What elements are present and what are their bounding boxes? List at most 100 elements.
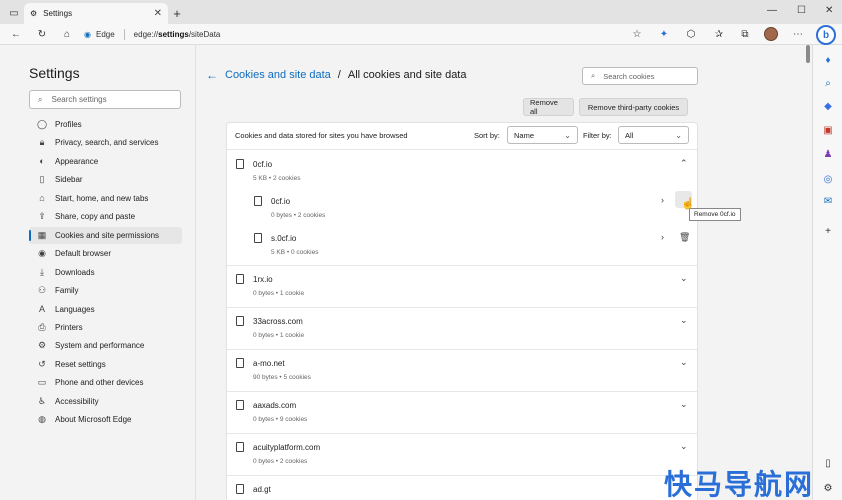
sidebar-item[interactable]: ▦ Cookies and site permissions (29, 226, 182, 244)
site-row[interactable]: 33across.com 0 bytes • 1 cookie ⌄ (227, 308, 697, 350)
search-settings-input[interactable]: ⌕ Search settings (29, 90, 181, 109)
chevron-right-icon[interactable]: › (661, 232, 664, 242)
sort-value: Name (514, 130, 535, 140)
add-app-icon[interactable]: + (821, 224, 835, 238)
sidebar-item[interactable]: ▯ Sidebar (29, 171, 182, 188)
site-row[interactable]: 0cf.io 5 KB • 2 cookies ⌃ 0cf.io 0 bytes • 2… (227, 151, 697, 266)
home-icon[interactable]: ⌂ (60, 27, 74, 41)
maximize-icon[interactable]: ☐ (797, 5, 806, 16)
sidebar-item-label: Accessibility (55, 396, 99, 406)
site-meta: 90 bytes • 5 cookies (253, 374, 311, 381)
collections-icon[interactable]: ⧉ (738, 27, 752, 41)
tab-title: Settings (43, 9, 73, 18)
sidebar-item-label: Sidebar (55, 175, 83, 185)
tab-actions-icon[interactable]: ▭ (7, 6, 21, 20)
sidebar-item[interactable]: ⌂ Start, home, and new tabs (29, 190, 182, 207)
document-icon (236, 274, 244, 284)
chevron-down-icon[interactable]: ⌄ (680, 399, 688, 410)
tools-icon[interactable]: ▣ (821, 123, 835, 137)
sidebar-item[interactable]: ◉ Default browser (29, 245, 182, 262)
minimize-icon[interactable]: — (767, 5, 777, 16)
sort-select[interactable]: Name ⌄ (507, 126, 578, 144)
sidebar-item-label: Profiles (55, 120, 82, 129)
system-icon: ⚙ (37, 340, 47, 351)
sidebar-settings-icon[interactable]: ⚙ (821, 481, 835, 495)
browser-icon: ◉ (38, 248, 46, 259)
site-row[interactable]: aaxads.com 0 bytes • 9 cookies ⌄ (227, 392, 697, 434)
chevron-down-icon[interactable]: ⌄ (680, 357, 688, 368)
site-row[interactable]: 1rx.io 0 bytes • 1 cookie ⌄ (227, 266, 697, 308)
sidebar-item[interactable]: ⎙ Printers (29, 319, 182, 336)
microsoft365-icon[interactable]: ◎ (821, 172, 835, 186)
chevron-up-icon[interactable]: ⌃ (680, 158, 688, 169)
edge-icon: ◍ (38, 414, 46, 425)
filter-label: Filter by: (583, 131, 612, 140)
search-cookies-input[interactable]: ⌕ Search cookies (582, 67, 698, 85)
outlook-icon[interactable]: ✉ (821, 194, 835, 208)
chevron-right-icon[interactable]: › (661, 195, 664, 205)
site-row[interactable]: a-mo.net 90 bytes • 5 cookies ⌄ (227, 350, 697, 392)
notification-icon[interactable]: ♦ (821, 53, 835, 67)
games-icon[interactable]: ♟ (821, 147, 835, 161)
close-tab-icon[interactable]: ✕ (154, 8, 162, 19)
back-icon[interactable]: ← (9, 27, 23, 41)
sidebar-item-label: System and performance (55, 341, 145, 351)
back-arrow-icon[interactable]: ← (206, 68, 218, 82)
site-meta: 0 bytes • 2 cookies (253, 458, 308, 465)
sidebar-item[interactable]: ◍ About Microsoft Edge (29, 411, 182, 428)
sidebar-icon: ▯ (39, 174, 45, 185)
site-name: aaxads.com (253, 401, 297, 410)
chevron-down-icon[interactable]: ⌄ (680, 315, 688, 326)
filter-value: All (625, 130, 634, 140)
site-permissions-icon[interactable]: ☆ (630, 27, 644, 41)
sidebar-item[interactable]: 🔒︎ Privacy, search, and services (29, 134, 182, 151)
document-icon (236, 159, 244, 169)
new-tab-icon[interactable]: + (170, 6, 184, 21)
remove-third-party-button[interactable]: Remove third-party cookies (579, 98, 688, 116)
page-scrollbar[interactable] (806, 45, 812, 500)
sidebar-item[interactable]: ♿︎ Accessibility (29, 393, 182, 410)
sidebar-item[interactable]: ⤓ Downloads (29, 264, 182, 281)
shopping-icon[interactable]: ◆ (821, 99, 835, 113)
search-icon[interactable]: ⌕ (821, 76, 835, 90)
filter-select[interactable]: All ⌄ (618, 126, 689, 144)
bing-copilot-icon[interactable]: b (816, 25, 836, 45)
favorites-icon[interactable]: ✰ (712, 27, 726, 41)
sidebar-item[interactable]: ⇪ Share, copy and paste (29, 208, 182, 225)
sidebar-item[interactable]: ↺ Reset settings (29, 356, 182, 373)
sidebar-item[interactable]: ⚇ Family (29, 282, 182, 299)
phone-icon: ▭ (37, 377, 47, 388)
sidebar-item[interactable]: ⚙ System and performance (29, 337, 182, 354)
site-row[interactable]: ad.gt ⌄ (227, 476, 697, 500)
chevron-down-icon[interactable]: ⌄ (680, 441, 688, 452)
scroll-thumb[interactable] (806, 45, 810, 63)
subsite-meta: 0 bytes • 2 cookies (271, 212, 326, 219)
address-bar[interactable]: ◉ Edge edge://settings/siteData (84, 26, 654, 43)
extensions-icon[interactable]: ⬡ (684, 27, 698, 41)
chevron-down-icon[interactable]: ⌄ (680, 273, 688, 284)
panel-header: Cookies and data stored for sites you ha… (227, 123, 697, 150)
close-window-icon[interactable]: ✕ (825, 5, 833, 16)
sidebar-item[interactable]: ◐ Appearance (29, 153, 182, 170)
breadcrumb-separator: / (337, 69, 341, 81)
site-name: acuityplatform.com (253, 443, 321, 452)
breadcrumb-current: All cookies and site data (347, 69, 467, 81)
extension-pin-icon[interactable]: ✦ (657, 27, 671, 41)
cookies-panel: Cookies and data stored for sites you ha… (226, 122, 698, 500)
remove-all-button[interactable]: Remove all (523, 98, 574, 116)
printer-icon: ⎙ (38, 321, 46, 332)
trash-icon[interactable]: 🗑︎ (679, 232, 690, 243)
sidebar-item[interactable]: ▭ Phone and other devices (29, 374, 182, 391)
site-row[interactable]: acuityplatform.com 0 bytes • 2 cookies ⌄ (227, 434, 697, 476)
sidebar-item-label: Phone and other devices (55, 378, 144, 388)
avatar[interactable] (764, 27, 778, 41)
refresh-icon[interactable]: ↻ (35, 27, 49, 41)
search-icon: ⌕ (591, 71, 596, 80)
document-icon (236, 316, 244, 326)
more-icon[interactable]: ⋯ (791, 27, 805, 41)
sidebar-item[interactable]: A Languages (29, 301, 182, 318)
tab-settings[interactable]: ⚙ Settings ✕ (24, 3, 168, 24)
sidebar-item[interactable]: ◯ Profiles (29, 116, 182, 133)
breadcrumb-link[interactable]: Cookies and site data (225, 69, 331, 81)
hide-sidebar-icon[interactable]: ▯ (821, 456, 835, 470)
